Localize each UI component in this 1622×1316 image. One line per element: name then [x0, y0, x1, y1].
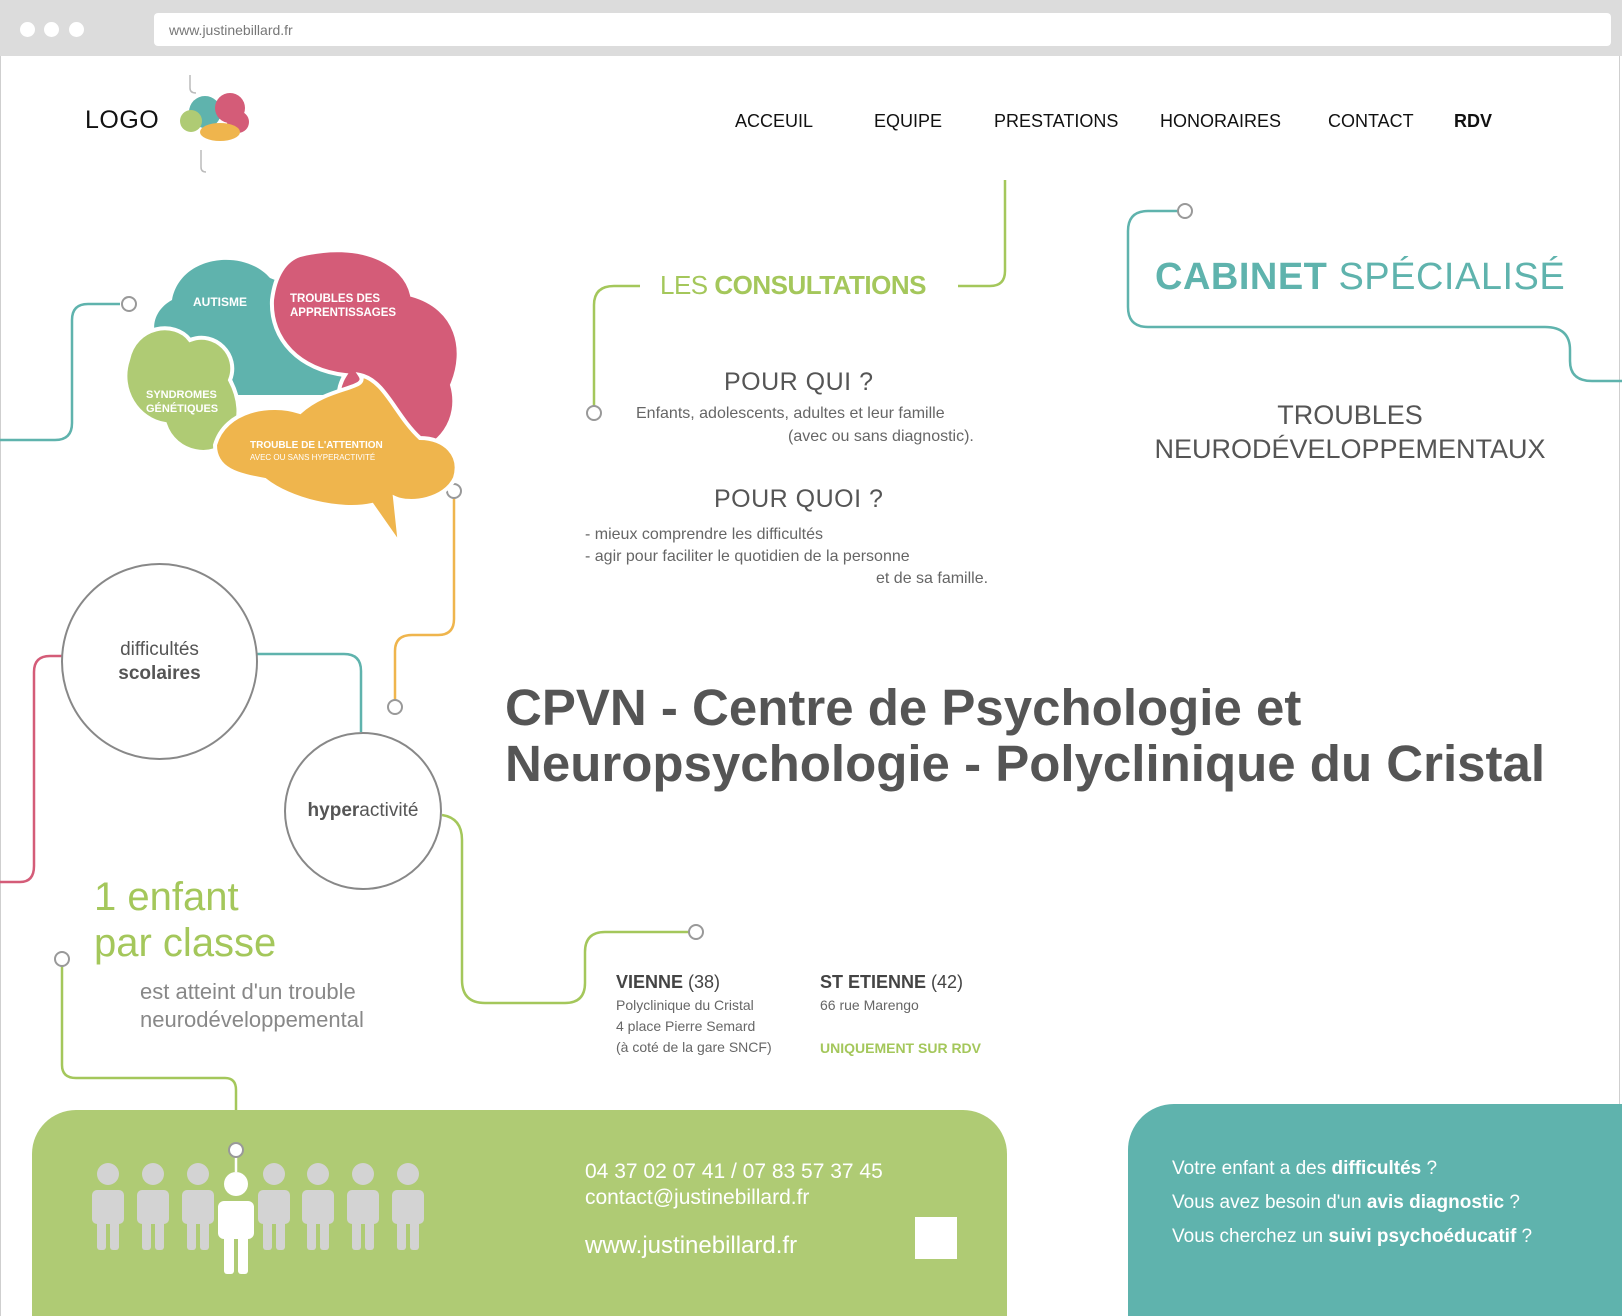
website-link[interactable]: www.justinebillard.fr	[585, 1232, 797, 1260]
qr-placeholder	[915, 1217, 957, 1259]
person-icon	[137, 1163, 169, 1250]
person-icon	[182, 1163, 214, 1250]
person-icon	[302, 1163, 334, 1250]
phone-numbers[interactable]: 04 37 02 07 41 / 07 83 57 37 45	[585, 1160, 883, 1184]
question-3: Vous cherchez un suivi psychoéducatif ?	[1172, 1226, 1533, 1247]
people-group-icon	[92, 1163, 424, 1250]
person-icon	[92, 1163, 124, 1250]
person-icon	[392, 1163, 424, 1250]
person-icon	[258, 1163, 290, 1250]
person-icon	[347, 1163, 379, 1250]
question-1: Votre enfant a des difficultés ?	[1172, 1158, 1438, 1179]
email-link[interactable]: contact@justinebillard.fr	[585, 1186, 809, 1210]
line-node	[228, 1142, 244, 1158]
highlighted-person-icon	[218, 1172, 254, 1274]
question-2: Vous avez besoin d'un avis diagnostic ?	[1172, 1192, 1520, 1213]
